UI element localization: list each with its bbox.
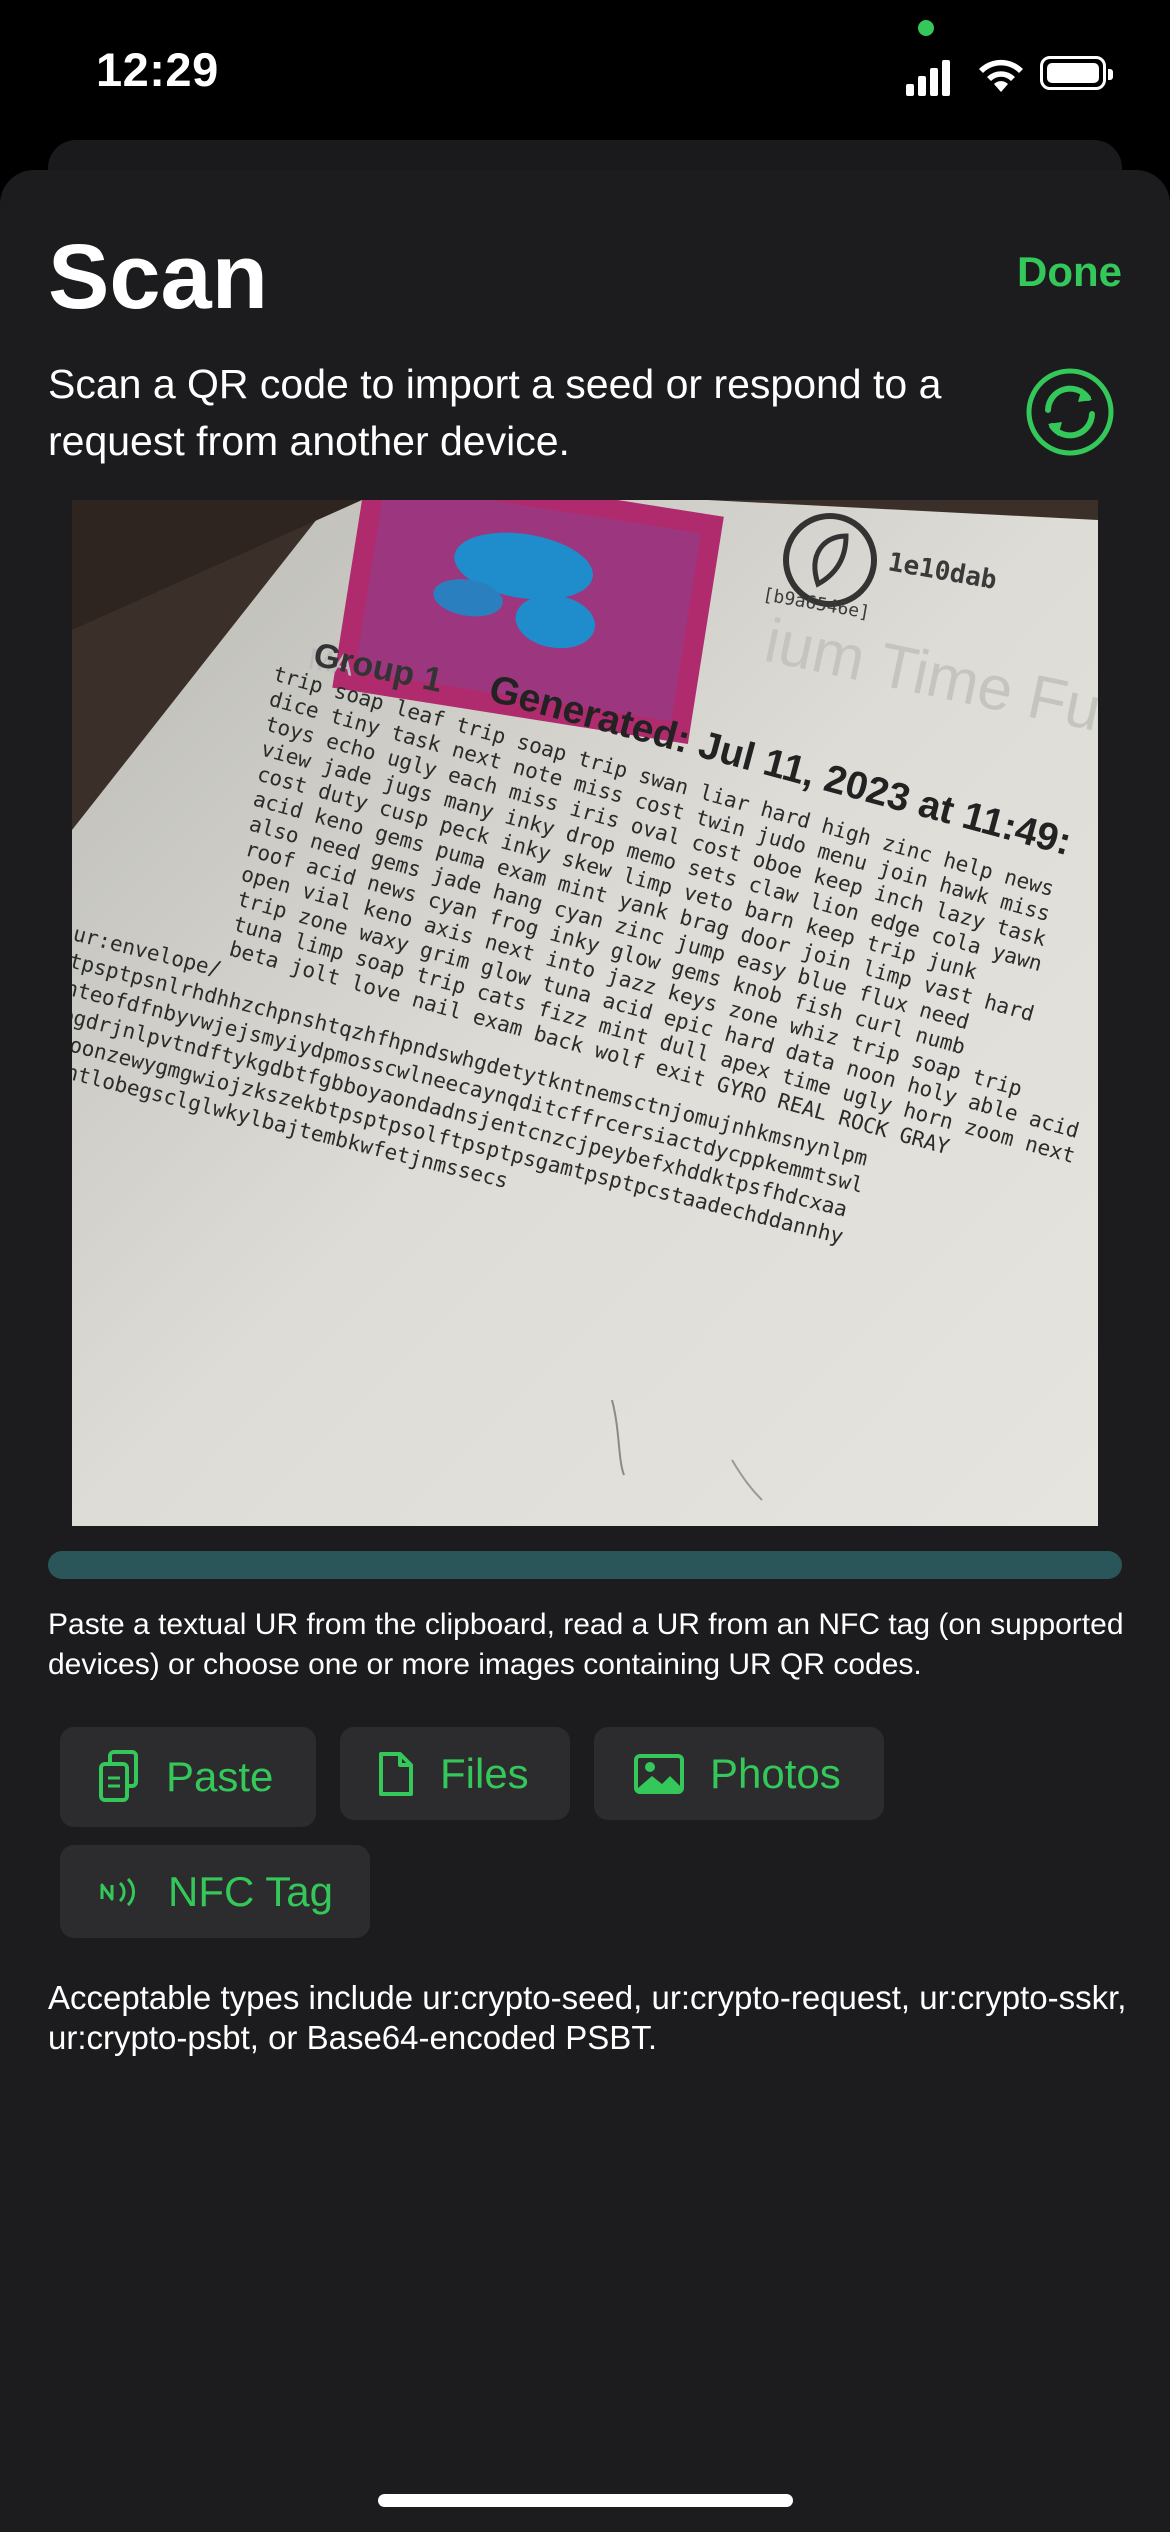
- page-title: Scan: [48, 226, 268, 328]
- done-button[interactable]: Done: [1017, 248, 1122, 296]
- clipboard-icon: [99, 1750, 138, 1802]
- home-indicator: [378, 2494, 793, 2507]
- paste-label: Paste: [166, 1753, 274, 1800]
- scan-progress-bar: [48, 1551, 1122, 1579]
- camera-feed-image: 1e10dab [b9a6546e] MA ium Time Fu Group …: [72, 500, 1098, 1526]
- photos-label: Photos: [710, 1749, 841, 1797]
- files-button[interactable]: Files: [340, 1727, 570, 1820]
- nfc-icon: [100, 1877, 135, 1906]
- status-bar: 12:29: [0, 0, 1170, 150]
- help-text: Paste a textual UR from the clipboard, r…: [48, 1608, 1124, 1681]
- switch-camera-icon[interactable]: [1024, 366, 1116, 458]
- battery-icon: [1040, 56, 1113, 90]
- camera-in-use-indicator: [918, 20, 934, 36]
- photos-button[interactable]: Photos: [594, 1727, 884, 1820]
- wifi-icon: [979, 59, 1023, 92]
- status-time: 12:29: [96, 43, 219, 96]
- document-icon: [379, 1751, 413, 1796]
- cellular-signal-icon: [906, 56, 956, 96]
- paste-button[interactable]: Paste: [60, 1727, 316, 1827]
- photo-icon: [634, 1753, 684, 1794]
- intro-text: Scan a QR code to import a seed or respo…: [48, 361, 942, 464]
- acceptable-types-text: Acceptable types include ur:crypto-seed,…: [48, 1979, 1127, 2056]
- nfc-tag-label: NFC Tag: [168, 1867, 333, 1915]
- nfc-tag-button[interactable]: NFC Tag: [60, 1845, 370, 1938]
- camera-preview[interactable]: 1e10dab [b9a6546e] MA ium Time Fu Group …: [72, 500, 1098, 1526]
- files-label: Files: [440, 1749, 529, 1797]
